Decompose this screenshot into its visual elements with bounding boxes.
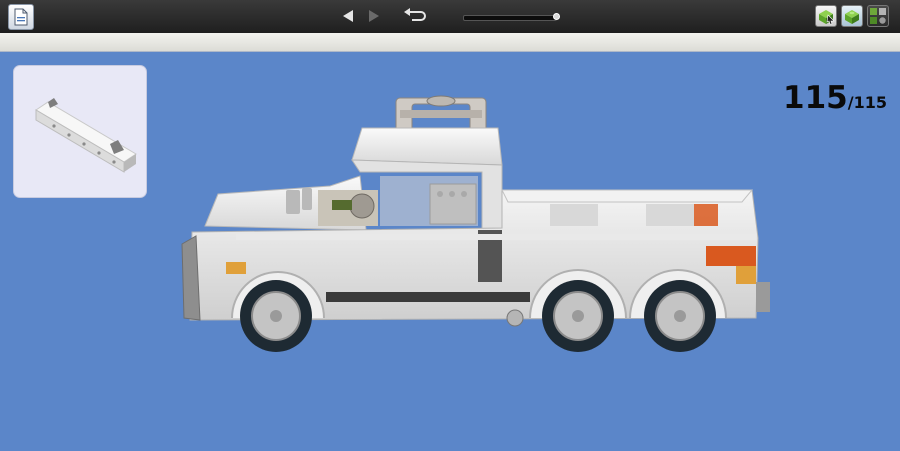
wheel-rear-1 bbox=[542, 280, 614, 352]
wheel-front bbox=[240, 280, 312, 352]
truck-model-render[interactable] bbox=[0, 0, 900, 451]
cab-roof bbox=[351, 127, 503, 166]
wheel-rear-2 bbox=[644, 280, 716, 352]
